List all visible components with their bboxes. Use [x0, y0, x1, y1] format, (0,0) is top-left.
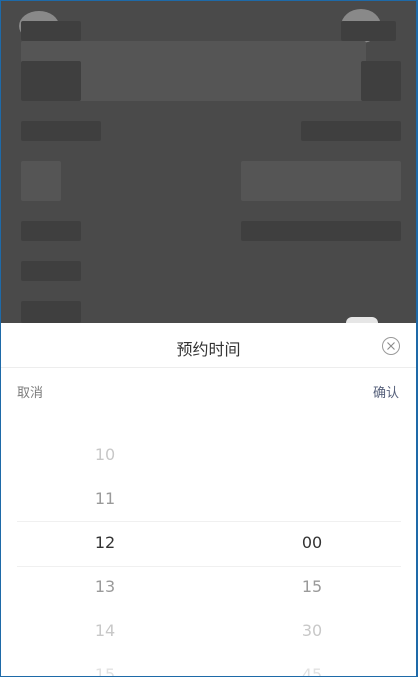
- background-block: [241, 221, 401, 241]
- background-block: [241, 161, 401, 201]
- minute-option[interactable]: [252, 477, 372, 521]
- minute-option[interactable]: 45: [252, 653, 372, 676]
- close-circle-icon[interactable]: [382, 337, 400, 355]
- background-block: [361, 61, 401, 101]
- hour-option[interactable]: 13: [45, 565, 165, 609]
- background-block: [21, 221, 81, 241]
- time-picker[interactable]: 10 11 12 13 14 15 00 15 30 45: [1, 433, 416, 676]
- minute-option[interactable]: 30: [252, 609, 372, 653]
- confirm-button[interactable]: 确认: [373, 382, 399, 401]
- background-block: [21, 21, 81, 41]
- background-block: [341, 21, 396, 41]
- hour-option-selected[interactable]: 12: [45, 521, 165, 565]
- background-block: [301, 121, 401, 141]
- minute-option-selected[interactable]: 00: [252, 521, 372, 565]
- minute-column[interactable]: 00 15 30 45: [252, 433, 372, 676]
- app-frame: 预约时间 取消 确认 10 11 12 13 14 15 00 15 30 45: [1, 1, 416, 676]
- background-block: [21, 61, 81, 101]
- background-block: [21, 121, 101, 141]
- background-overlay[interactable]: [1, 1, 416, 339]
- hour-option[interactable]: 14: [45, 609, 165, 653]
- sheet-title: 预约时间: [176, 340, 241, 359]
- background-block: [21, 161, 61, 201]
- hour-option[interactable]: 15: [45, 653, 165, 676]
- background-block: [21, 261, 81, 281]
- hour-option[interactable]: 10: [45, 433, 165, 477]
- hour-option[interactable]: 11: [45, 477, 165, 521]
- cancel-button[interactable]: 取消: [17, 382, 43, 401]
- time-picker-sheet: 预约时间 取消 确认 10 11 12 13 14 15 00 15 30 45: [1, 323, 416, 676]
- minute-option[interactable]: [252, 433, 372, 477]
- minute-option[interactable]: 15: [252, 565, 372, 609]
- sheet-header: 预约时间: [1, 323, 416, 368]
- hour-column[interactable]: 10 11 12 13 14 15: [45, 433, 165, 676]
- background-block: [21, 301, 81, 323]
